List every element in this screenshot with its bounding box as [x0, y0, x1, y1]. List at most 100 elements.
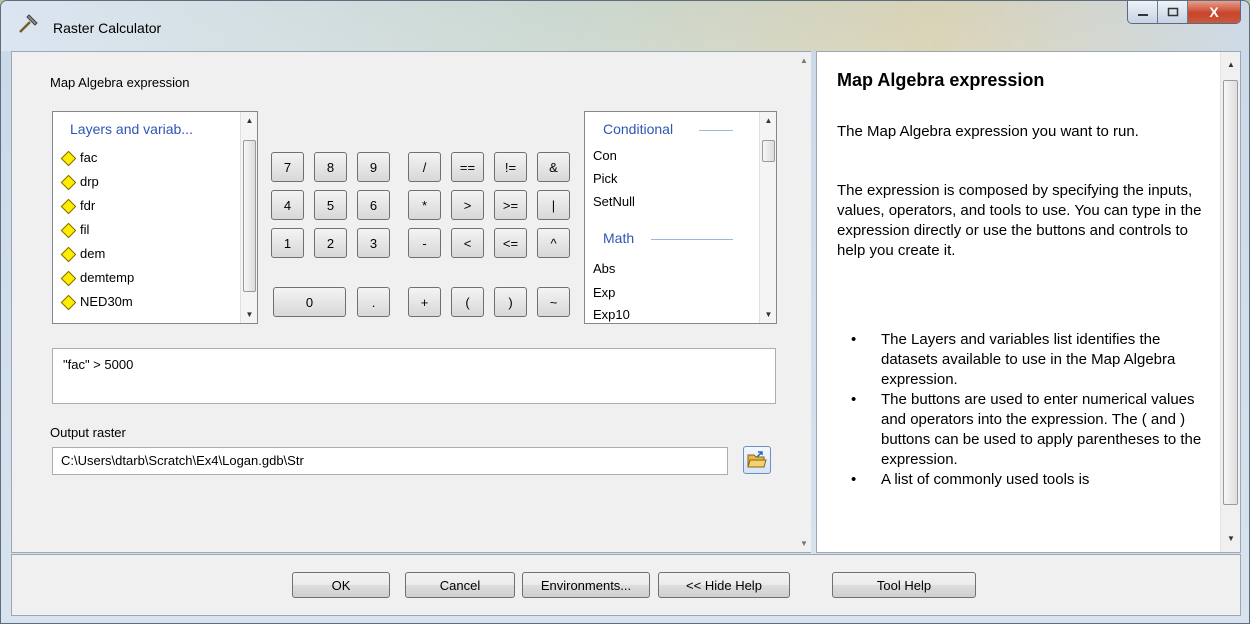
scroll-down-icon[interactable]: ▼: [1221, 530, 1241, 548]
key-7[interactable]: 7: [271, 152, 304, 182]
input-pane: Map Algebra expression Layers and variab…: [11, 51, 811, 553]
key-5[interactable]: 5: [314, 190, 347, 220]
output-raster-label: Output raster: [50, 425, 126, 440]
layer-item-fdr[interactable]: fdr: [60, 196, 95, 216]
layer-diamond-icon: [60, 222, 77, 238]
tools-scroll-thumb[interactable]: [762, 140, 775, 162]
math-header: Math: [603, 230, 635, 246]
layer-item-dem[interactable]: dem: [60, 244, 105, 264]
open-folder-icon: [747, 451, 767, 468]
tool-item-pick[interactable]: Pick: [593, 169, 618, 189]
help-pane: Map Algebra expression The Map Algebra e…: [816, 51, 1241, 553]
layer-diamond-icon: [60, 294, 77, 310]
tool-item-exp[interactable]: Exp: [593, 283, 615, 303]
layer-diamond-icon: [60, 174, 77, 190]
scroll-up-icon[interactable]: ▲: [800, 56, 808, 65]
key-0[interactable]: 0: [273, 287, 346, 317]
layer-item-demtemp[interactable]: demtemp: [60, 268, 134, 288]
layers-scroll-thumb[interactable]: [243, 140, 256, 292]
key-less[interactable]: <: [451, 228, 484, 258]
raster-calculator-window: Raster Calculator X Map Algebra expressi…: [0, 0, 1250, 624]
help-list-item: The Layers and variables list identifies…: [851, 330, 1207, 390]
scroll-down-icon[interactable]: ▼: [800, 539, 808, 548]
conditional-header: Conditional: [603, 121, 674, 137]
key-not[interactable]: ~: [537, 287, 570, 317]
key-greater-equal[interactable]: >=: [494, 190, 527, 220]
tool-help-button[interactable]: Tool Help: [832, 572, 976, 598]
key-decimal[interactable]: .: [357, 287, 390, 317]
window-controls: X: [1127, 1, 1241, 24]
layer-diamond-icon: [60, 270, 77, 286]
tool-item-con[interactable]: Con: [593, 146, 617, 166]
input-pane-scrollbar[interactable]: ▲ ▼: [797, 52, 811, 552]
tool-item-setnull[interactable]: SetNull: [593, 192, 635, 212]
tool-item-exp10[interactable]: Exp10: [593, 307, 630, 323]
help-paragraph: The expression is composed by specifying…: [837, 182, 1202, 259]
help-title: Map Algebra expression: [837, 70, 1045, 90]
key-4[interactable]: 4: [271, 190, 304, 220]
tools-list[interactable]: Conditional Con Pick SetNull Math Abs Ex…: [584, 111, 777, 324]
help-list: The Layers and variables list identifies…: [851, 330, 1207, 490]
title-bar[interactable]: Raster Calculator X: [1, 1, 1249, 51]
hide-help-button[interactable]: << Hide Help: [658, 572, 790, 598]
key-open-paren[interactable]: (: [451, 287, 484, 317]
key-divide[interactable]: /: [408, 152, 441, 182]
cancel-button[interactable]: Cancel: [405, 572, 515, 598]
key-6[interactable]: 6: [357, 190, 390, 220]
maximize-icon: [1167, 7, 1178, 17]
help-list-item: A list of commonly used tools is: [851, 470, 1207, 490]
key-not-equal[interactable]: !=: [494, 152, 527, 182]
output-raster-field[interactable]: C:\Users\dtarb\Scratch\Ex4\Logan.gdb\Str: [52, 447, 728, 475]
scroll-down-icon[interactable]: ▼: [760, 306, 777, 323]
tools-scrollbar[interactable]: ▲ ▼: [759, 112, 776, 323]
help-list-item: The buttons are used to enter numerical …: [851, 390, 1207, 470]
layers-list[interactable]: Layers and variab... fac drp fdr fil dem…: [52, 111, 258, 324]
ok-button[interactable]: OK: [292, 572, 390, 598]
key-3[interactable]: 3: [357, 228, 390, 258]
hammer-icon: [19, 14, 38, 33]
tool-item-abs[interactable]: Abs: [593, 259, 615, 279]
help-paragraph: The Map Algebra expression you want to r…: [837, 123, 1139, 140]
key-xor[interactable]: ^: [537, 228, 570, 258]
map-algebra-label: Map Algebra expression: [50, 75, 190, 90]
help-scrollbar[interactable]: ▲ ▼: [1220, 52, 1240, 552]
scroll-down-icon[interactable]: ▼: [241, 306, 258, 323]
key-or[interactable]: |: [537, 190, 570, 220]
expression-input[interactable]: "fac" > 5000: [52, 348, 776, 404]
scroll-up-icon[interactable]: ▲: [1221, 56, 1241, 74]
key-plus[interactable]: +: [408, 287, 441, 317]
layer-diamond-icon: [60, 198, 77, 214]
scroll-up-icon[interactable]: ▲: [760, 112, 777, 129]
key-8[interactable]: 8: [314, 152, 347, 182]
key-9[interactable]: 9: [357, 152, 390, 182]
key-and[interactable]: &: [537, 152, 570, 182]
key-close-paren[interactable]: ): [494, 287, 527, 317]
layers-list-header: Layers and variab...: [70, 121, 193, 137]
help-scroll-thumb[interactable]: [1223, 80, 1238, 505]
layer-item-fac[interactable]: fac: [60, 148, 97, 168]
key-less-equal[interactable]: <=: [494, 228, 527, 258]
math-divider: [651, 239, 733, 240]
layer-item-fil[interactable]: fil: [60, 220, 89, 240]
conditional-divider: [699, 130, 733, 131]
close-button[interactable]: X: [1188, 1, 1240, 23]
key-greater[interactable]: >: [451, 190, 484, 220]
dialog-button-bar: OK Cancel Environments... << Hide Help T…: [11, 554, 1241, 616]
scroll-up-icon[interactable]: ▲: [241, 112, 258, 129]
minimize-icon: [1137, 14, 1148, 16]
layers-scrollbar[interactable]: ▲ ▼: [240, 112, 257, 323]
maximize-button[interactable]: [1158, 1, 1188, 23]
window-title: Raster Calculator: [53, 20, 162, 36]
key-2[interactable]: 2: [314, 228, 347, 258]
environments-button[interactable]: Environments...: [522, 572, 650, 598]
key-minus[interactable]: -: [408, 228, 441, 258]
layer-item-drp[interactable]: drp: [60, 172, 99, 192]
layer-diamond-icon: [60, 246, 77, 262]
layer-item-ned30m[interactable]: NED30m: [60, 292, 133, 312]
key-1[interactable]: 1: [271, 228, 304, 258]
key-multiply[interactable]: *: [408, 190, 441, 220]
browse-button[interactable]: [743, 446, 771, 474]
layer-diamond-icon: [60, 150, 77, 166]
key-equal[interactable]: ==: [451, 152, 484, 182]
minimize-button[interactable]: [1128, 1, 1158, 23]
